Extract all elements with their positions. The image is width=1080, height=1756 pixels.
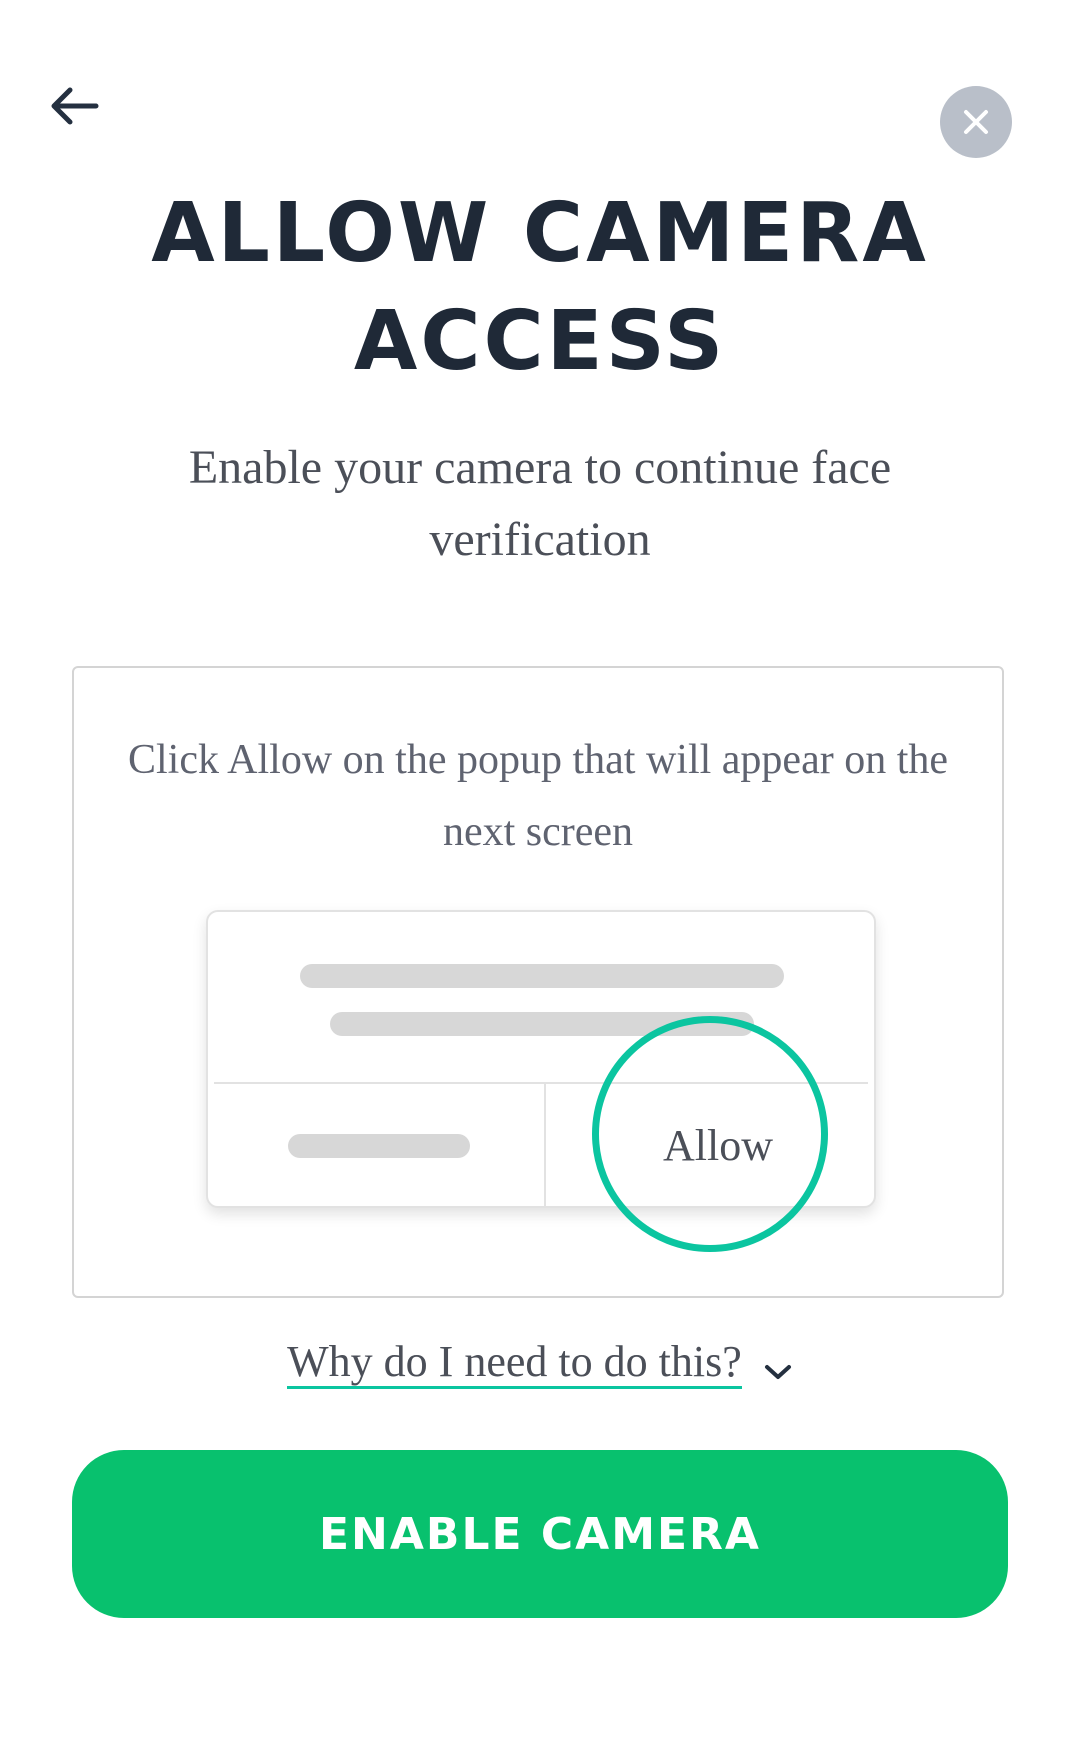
instruction-card: Click Allow on the popup that will appea… [72, 666, 1004, 1298]
back-button[interactable] [46, 80, 102, 136]
close-icon [964, 110, 988, 134]
why-link[interactable]: Why do I need to do this? [200, 1334, 880, 1394]
instruction-text: Click Allow on the popup that will appea… [127, 737, 949, 855]
chevron-down-icon [764, 1364, 791, 1379]
arrow-left-icon [51, 87, 99, 125]
why-link-label: Why do I need to do this? [287, 1337, 742, 1389]
close-button[interactable] [940, 86, 1012, 158]
page-subtitle: Enable your camera to continue face veri… [188, 441, 892, 566]
enable-camera-button[interactable]: ENABLE CAMERA [72, 1450, 1008, 1618]
placeholder-line [300, 964, 784, 988]
page-title: ALLOW CAMERA ACCESS [151, 186, 929, 389]
allow-highlight-circle [592, 1016, 828, 1252]
deny-placeholder [288, 1134, 470, 1158]
divider [544, 1084, 546, 1206]
